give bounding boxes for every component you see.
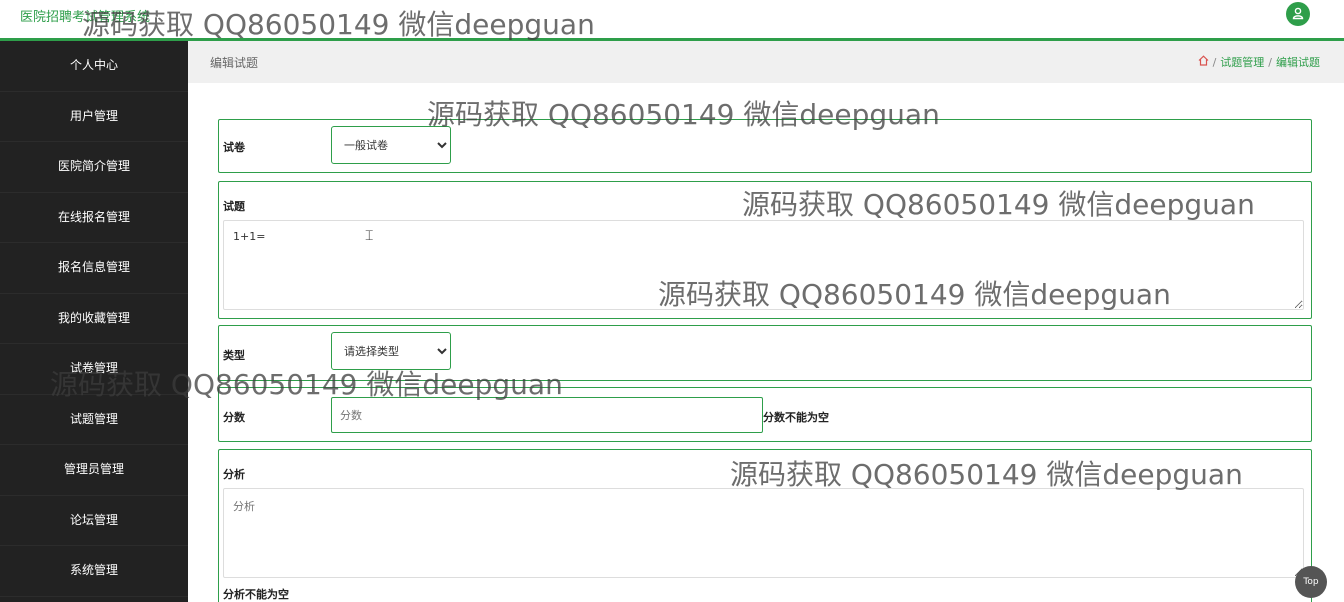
breadcrumb: / 试题管理 / 编辑试题 [1198, 54, 1320, 70]
paper-label: 试卷 [223, 141, 245, 154]
sidebar-item-favorites[interactable]: 我的收藏管理 [0, 294, 188, 344]
sidebar-item-admins[interactable]: 管理员管理 [0, 445, 188, 496]
paper-select[interactable]: 一般试卷 [331, 126, 451, 164]
sidebar-item-signup-info[interactable]: 报名信息管理 [0, 243, 188, 294]
user-avatar[interactable] [1286, 2, 1310, 26]
sidebar-item-hospital-intro[interactable]: 医院简介管理 [0, 142, 188, 193]
sidebar-item-papers[interactable]: 试卷管理 [0, 344, 188, 395]
analysis-error: 分析不能为空 [223, 588, 289, 601]
breadcrumb-question-manage[interactable]: 试题管理 [1220, 54, 1264, 70]
sidebar-item-online-signup[interactable]: 在线报名管理 [0, 193, 188, 243]
text-cursor-icon: ⌶ [365, 228, 374, 244]
analysis-textarea[interactable] [223, 488, 1304, 578]
form-row-question: 试题 [218, 181, 1312, 319]
analysis-label: 分析 [223, 468, 245, 481]
sidebar: 个人中心 用户管理 医院简介管理 在线报名管理 报名信息管理 我的收藏管理 试卷… [0, 41, 188, 602]
back-to-top-button[interactable]: Top [1295, 566, 1327, 598]
score-input[interactable] [331, 397, 763, 433]
question-textarea[interactable] [223, 220, 1304, 310]
sidebar-item-system[interactable]: 系统管理 [0, 546, 188, 597]
main-content: 编辑试题 / 试题管理 / 编辑试题 试卷 一般试卷 试题 类型 请选择类型 分… [188, 41, 1344, 602]
top-bar: 医院招聘考试管理系统 [0, 0, 1344, 41]
breadcrumb-separator: / [1212, 55, 1217, 69]
question-label: 试题 [223, 200, 245, 213]
app-title: 医院招聘考试管理系统 [20, 10, 151, 25]
form-row-score: 分数 分数不能为空 [218, 387, 1312, 442]
form-row-analysis: 分析 分析不能为空 [218, 449, 1312, 602]
score-error: 分数不能为空 [763, 411, 829, 424]
type-label: 类型 [223, 349, 245, 362]
type-select[interactable]: 请选择类型 [331, 332, 451, 370]
sidebar-item-personal-center[interactable]: 个人中心 [0, 41, 188, 92]
form-row-paper: 试卷 一般试卷 [218, 119, 1312, 173]
user-icon [1291, 6, 1305, 23]
breadcrumb-separator: / [1268, 55, 1272, 69]
sidebar-item-questions[interactable]: 试题管理 [0, 395, 188, 445]
page-title: 编辑试题 [210, 56, 259, 70]
score-label: 分数 [223, 411, 245, 424]
sidebar-item-forum[interactable]: 论坛管理 [0, 496, 188, 546]
home-icon[interactable] [1198, 55, 1209, 69]
sidebar-item-users[interactable]: 用户管理 [0, 92, 188, 142]
form-row-type: 类型 请选择类型 [218, 325, 1312, 381]
sub-header: 编辑试题 / 试题管理 / 编辑试题 [188, 41, 1344, 83]
breadcrumb-edit-question: 编辑试题 [1276, 56, 1320, 69]
